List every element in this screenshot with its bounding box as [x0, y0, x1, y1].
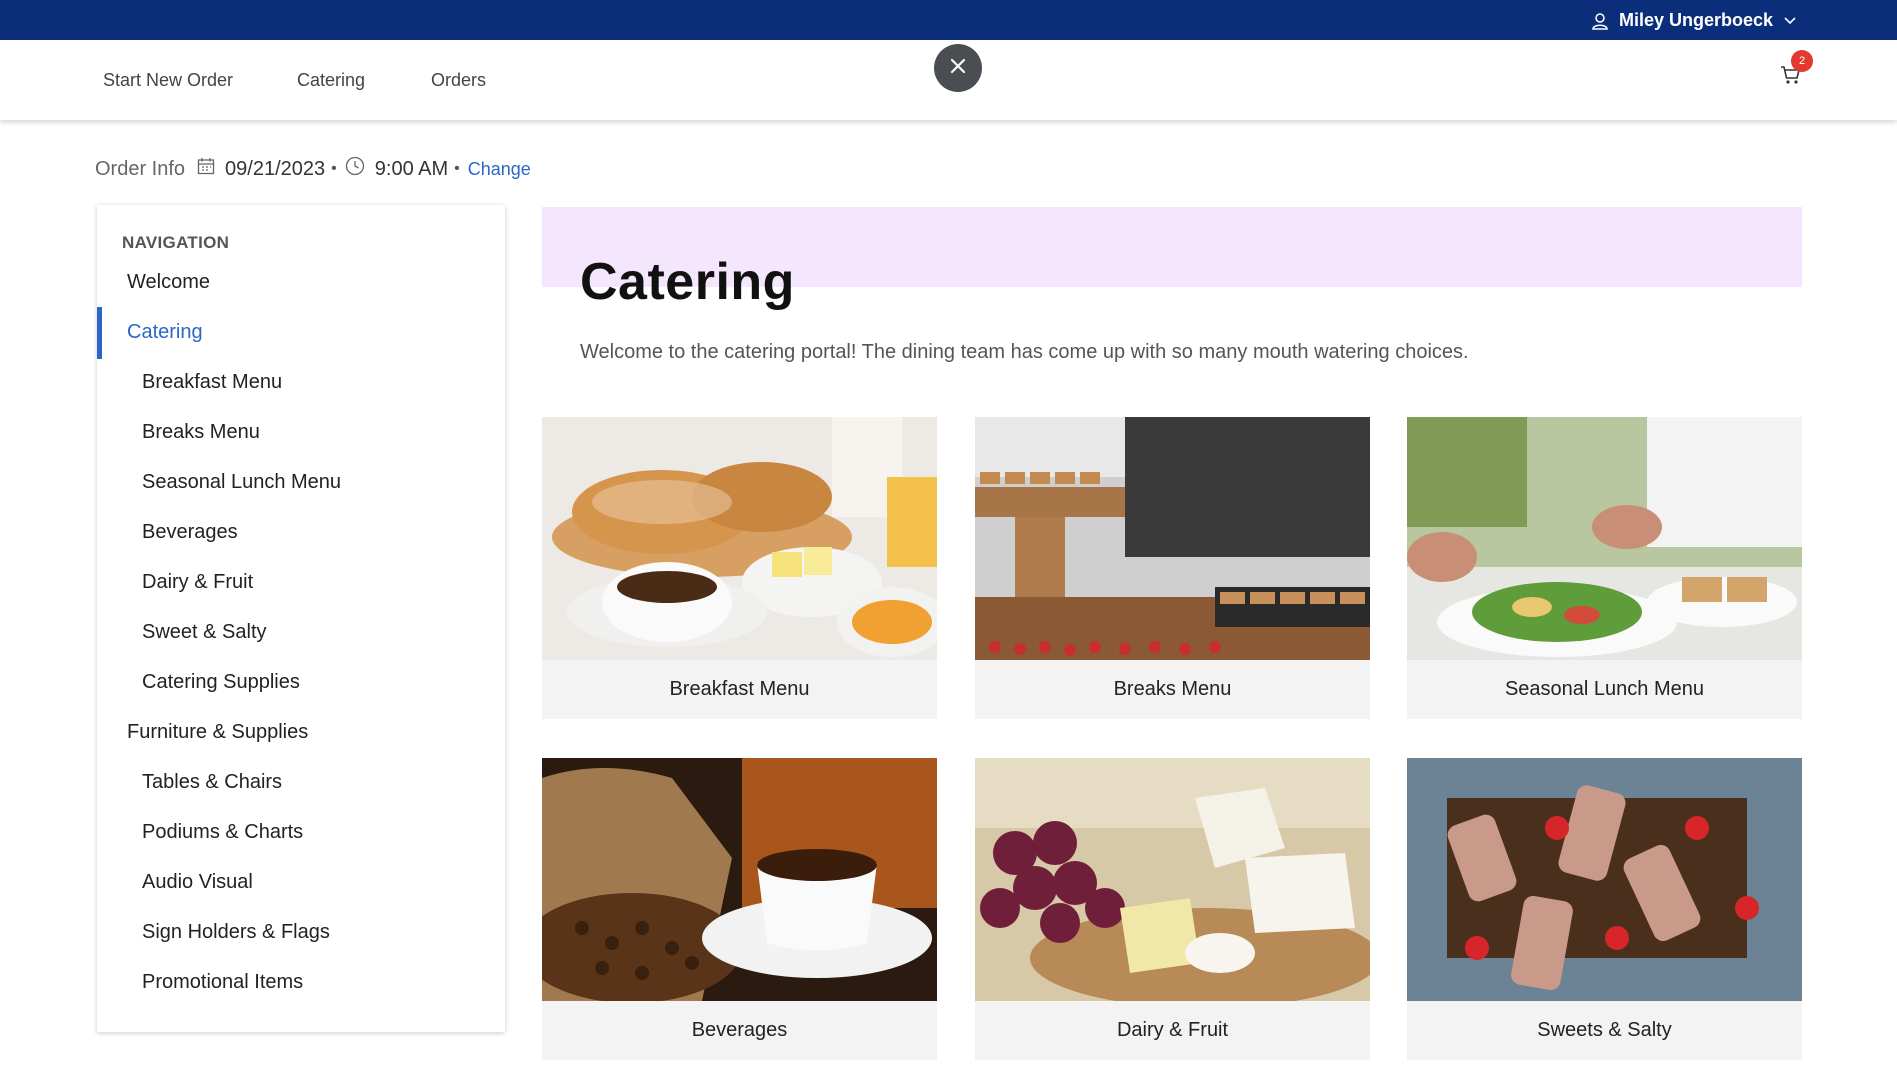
card-label: Sweets & Salty	[1407, 1001, 1802, 1060]
order-time: 9:00 AM	[374, 157, 449, 180]
sidebar-item-furniture-supplies[interactable]: Furniture & Supplies	[127, 720, 308, 744]
card-label: Breaks Menu	[975, 660, 1370, 719]
close-button[interactable]	[934, 44, 982, 92]
card-label: Beverages	[542, 1001, 937, 1060]
sidebar-item-breakfast-menu[interactable]: Breakfast Menu	[142, 370, 282, 394]
chevron-down-icon	[1783, 16, 1797, 26]
sidebar-item-podiums-charts[interactable]: Podiums & Charts	[142, 820, 303, 844]
sidebar-item-breaks-menu[interactable]: Breaks Menu	[142, 420, 260, 444]
card-label: Dairy & Fruit	[975, 1001, 1370, 1060]
user-name: Miley Ungerboeck	[1618, 10, 1773, 30]
breakfast-photo-icon	[542, 417, 937, 660]
card-label: Breakfast Menu	[542, 660, 937, 719]
order-info-bar: Order Info 09/21/2023 • 9:00 AM • Change	[95, 156, 531, 182]
nav-catering[interactable]: Catering	[297, 70, 365, 91]
sweets-salty-photo-icon	[1407, 758, 1802, 1001]
change-order-link[interactable]: Change	[468, 159, 531, 180]
category-card-seasonal-lunch-menu[interactable]: Seasonal Lunch Menu	[1407, 417, 1802, 719]
cart-icon	[1780, 66, 1802, 90]
order-date: 09/21/2023	[225, 157, 326, 180]
category-card-breaks-menu[interactable]: Breaks Menu	[975, 417, 1370, 719]
top-bar: Miley Ungerboeck	[0, 0, 1897, 40]
lunch-photo-icon	[1407, 417, 1802, 660]
nav-orders[interactable]: Orders	[431, 70, 486, 91]
sidebar-item-sign-holders-flags[interactable]: Sign Holders & Flags	[142, 920, 330, 944]
page-subtitle: Welcome to the catering portal! The dini…	[580, 341, 1469, 363]
sidebar-item-audio-visual[interactable]: Audio Visual	[142, 870, 253, 894]
sidebar-navigation: NAVIGATION Welcome Catering Breakfast Me…	[97, 205, 505, 1032]
clock-icon	[345, 156, 375, 182]
user-icon	[1591, 12, 1609, 30]
sidebar-item-sweet-salty[interactable]: Sweet & Salty	[142, 620, 267, 644]
category-card-breakfast-menu[interactable]: Breakfast Menu	[542, 417, 937, 719]
separator: •	[454, 160, 460, 177]
sidebar-item-promotional-items[interactable]: Promotional Items	[142, 970, 303, 994]
calendar-icon	[197, 157, 225, 181]
sidebar-item-welcome[interactable]: Welcome	[127, 270, 210, 294]
order-info-label: Order Info	[95, 157, 186, 180]
user-menu[interactable]: Miley Ungerboeck	[1591, 10, 1797, 31]
nav-start-new-order[interactable]: Start New Order	[103, 70, 233, 91]
category-card-sweets-salty[interactable]: Sweets & Salty	[1407, 758, 1802, 1060]
sidebar-item-dairy-fruit[interactable]: Dairy & Fruit	[142, 570, 253, 594]
category-card-dairy-fruit[interactable]: Dairy & Fruit	[975, 758, 1370, 1060]
page-title: Catering	[580, 253, 795, 311]
sidebar-item-catering[interactable]: Catering	[127, 320, 203, 344]
category-card-beverages[interactable]: Beverages	[542, 758, 937, 1060]
sidebar-item-tables-chairs[interactable]: Tables & Chairs	[142, 770, 282, 794]
beverages-photo-icon	[542, 758, 937, 1001]
sidebar-item-seasonal-lunch-menu[interactable]: Seasonal Lunch Menu	[142, 470, 341, 494]
breaks-photo-icon	[975, 417, 1370, 660]
sidebar-item-catering-supplies[interactable]: Catering Supplies	[142, 670, 300, 694]
cart-count-badge: 2	[1791, 50, 1813, 72]
close-icon	[950, 58, 966, 79]
active-indicator	[97, 307, 102, 359]
sidebar-item-beverages[interactable]: Beverages	[142, 520, 238, 544]
separator: •	[331, 160, 337, 177]
card-label: Seasonal Lunch Menu	[1407, 660, 1802, 719]
dairy-fruit-photo-icon	[975, 758, 1370, 1001]
navigation-heading: NAVIGATION	[122, 233, 230, 252]
